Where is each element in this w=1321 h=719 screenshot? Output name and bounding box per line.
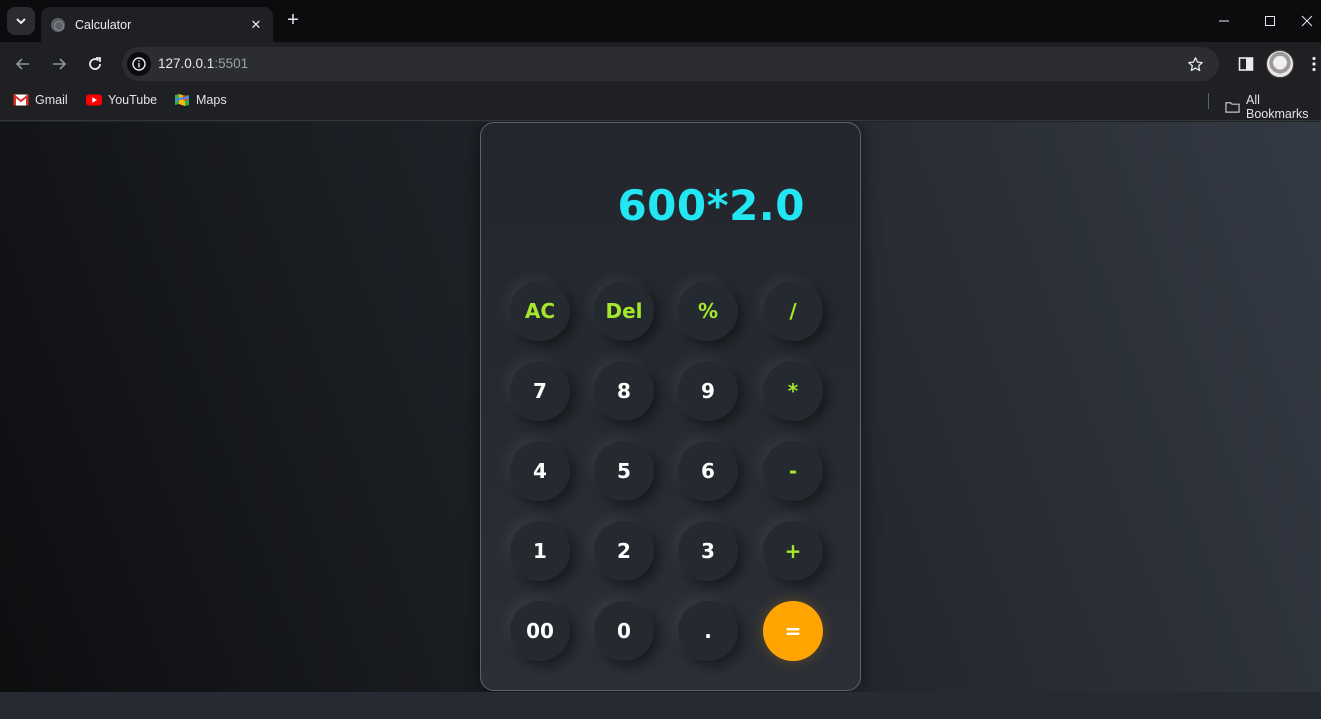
minimize-button[interactable] <box>1201 0 1247 42</box>
reload-icon <box>89 57 101 70</box>
digit-0-button[interactable]: 0 <box>594 601 654 661</box>
double-zero-button[interactable]: 00 <box>510 601 570 661</box>
window-close-button[interactable] <box>1293 0 1321 42</box>
folder-icon <box>1225 102 1240 113</box>
calculator: 600*2.0 AC Del%/7 8 9 * 4 5 6-1 2 3 +00 0. = <box>480 122 861 691</box>
forward-button[interactable] <box>46 51 72 77</box>
bookmark-gmail[interactable]: Gmail <box>13 93 68 107</box>
delete-button[interactable]: Del <box>594 281 654 341</box>
close-tab-icon[interactable]: ✕ <box>245 17 267 33</box>
bookmark-label: YouTube <box>108 93 158 107</box>
all-bookmarks-button[interactable]: All Bookmarks <box>1225 93 1321 121</box>
digit-7-button[interactable]: 7 <box>510 361 570 421</box>
bookmark-star-icon[interactable] <box>1184 52 1206 76</box>
digit-5-button[interactable]: 5 <box>594 441 654 501</box>
new-tab-button[interactable]: + <box>281 9 305 33</box>
subtract-button[interactable]: - <box>763 441 823 501</box>
globe-icon <box>51 17 65 32</box>
back-button[interactable] <box>10 51 36 77</box>
maximize-button[interactable] <box>1247 0 1293 42</box>
calculator-display: 600*2.0 <box>617 181 805 230</box>
bookmark-label: Gmail <box>35 93 68 107</box>
add-button[interactable]: + <box>763 521 823 581</box>
url-host: 127.0.0.1 <box>158 56 215 71</box>
side-panel-icon[interactable] <box>1236 52 1256 76</box>
youtube-icon <box>86 94 102 106</box>
minimize-icon <box>1219 20 1229 22</box>
multiply-button[interactable]: * <box>763 361 823 421</box>
decimal-button[interactable]: . <box>678 601 738 661</box>
equals-button[interactable]: = <box>763 601 823 661</box>
close-icon <box>1301 15 1313 27</box>
digit-6-button[interactable]: 6 <box>678 441 738 501</box>
address-bar[interactable] <box>122 47 1219 81</box>
percent-button[interactable]: % <box>678 281 738 341</box>
more-menu-icon[interactable] <box>1308 52 1320 76</box>
tab-strip: Calculator ✕ + <box>0 0 1321 42</box>
tab-search-button[interactable] <box>7 7 35 35</box>
profile-avatar[interactable] <box>1266 50 1294 78</box>
digit-4-button[interactable]: 4 <box>510 441 570 501</box>
reload-button[interactable] <box>82 51 108 77</box>
arrow-right-icon <box>53 58 67 70</box>
site-info-icon[interactable] <box>127 52 151 76</box>
digit-8-button[interactable]: 8 <box>594 361 654 421</box>
arrow-left-icon <box>15 58 29 70</box>
ac-button[interactable]: AC <box>510 281 570 341</box>
divide-button[interactable]: / <box>763 281 823 341</box>
url-text[interactable]: 127.0.0.1:5501 <box>158 56 248 71</box>
tab-title: Calculator <box>75 17 132 32</box>
chevron-down-icon <box>16 18 26 25</box>
url-port: :5501 <box>214 56 249 71</box>
page-footer-strip <box>0 692 1321 719</box>
bookmarks-divider <box>1208 93 1209 109</box>
digit-9-button[interactable]: 9 <box>678 361 738 421</box>
page-background: 600*2.0 AC Del%/7 8 9 * 4 5 6-1 2 3 +00 0. = <box>0 122 1321 692</box>
digit-2-button[interactable]: 2 <box>594 521 654 581</box>
gmail-icon <box>13 94 29 106</box>
bookmark-label: Maps <box>196 93 227 107</box>
all-bookmarks-label: All Bookmarks <box>1246 93 1309 121</box>
bookmark-youtube[interactable]: YouTube <box>86 93 157 107</box>
digit-1-button[interactable]: 1 <box>510 521 570 581</box>
maximize-icon <box>1265 16 1275 26</box>
maps-icon <box>174 94 190 106</box>
bookmark-maps[interactable]: Maps <box>174 93 227 107</box>
digit-3-button[interactable]: 3 <box>678 521 738 581</box>
tab-calculator[interactable]: Calculator ✕ <box>41 7 273 42</box>
